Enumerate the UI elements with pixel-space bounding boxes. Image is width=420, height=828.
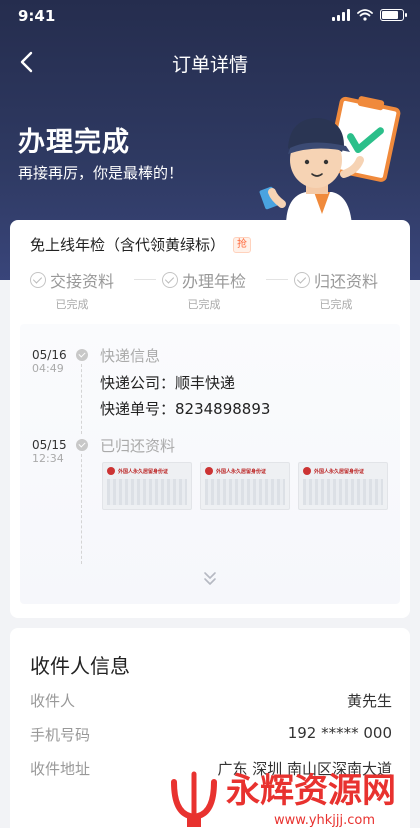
timeline-title: 快递信息: [100, 347, 161, 365]
recipient-name-value: 黄先生: [346, 692, 392, 710]
timeline-date: 05/16: [32, 348, 67, 362]
emblem-icon: [205, 467, 213, 475]
step-status: 已完成: [55, 298, 89, 311]
courier-company: 快递公司：顺丰快递: [100, 374, 236, 392]
tracking-number: 快递单号：8234898893: [100, 400, 271, 418]
watermark-logo: 永辉资源网 www.yhkjjj.com: [171, 771, 396, 828]
status-icons: [332, 9, 407, 21]
signal-icon: [332, 9, 350, 21]
address-label: 收件地址: [30, 760, 91, 778]
recipient-name-label: 收件人: [30, 692, 76, 710]
check-circle-icon: [294, 272, 310, 288]
step-return: 归还资料 已完成: [294, 268, 378, 312]
nav-bar: 订单详情: [0, 40, 420, 84]
status-time: 9:41: [18, 7, 56, 25]
timeline-date: 05/15: [32, 438, 67, 452]
step-connector: [266, 279, 288, 280]
timeline-line: [81, 454, 82, 564]
step-label: 办理年检: [182, 272, 247, 291]
emblem-icon: [107, 467, 115, 475]
order-progress-card: 免上线年检（含代领黄绿标） 抢 交接资料 已完成 办理年检 已完成 归还资料 已…: [10, 220, 410, 618]
emblem-icon: [303, 467, 311, 475]
check-circle-icon: [30, 272, 46, 288]
service-name: 免上线年检（含代领黄绿标）: [30, 236, 226, 254]
document-title: 外国人永久居留身份证: [314, 468, 365, 475]
phone-value: 192 ***** 000: [287, 724, 392, 742]
step-label: 交接资料: [50, 272, 115, 291]
document-thumbnail[interactable]: 外国人永久居留身份证: [102, 462, 192, 510]
step-label: 归还资料: [314, 272, 379, 291]
check-dot-icon: [76, 439, 88, 451]
expand-chevron-icon[interactable]: [202, 570, 218, 588]
step-inspection: 办理年检 已完成: [162, 268, 246, 312]
progress-steps: 交接资料 已完成 办理年检 已完成 归还资料 已完成: [30, 268, 400, 312]
battery-icon: [380, 9, 407, 21]
watermark-url: www.yhkjjj.com: [274, 813, 375, 828]
wifi-icon: [357, 9, 373, 21]
watermark-brand: 永辉资源网: [226, 771, 396, 811]
hero-subtitle: 再接再厉，你是最棒的！: [18, 164, 184, 182]
step-handover: 交接资料 已完成: [30, 268, 114, 312]
timeline-line: [81, 364, 82, 434]
timeline-time: 12:34: [32, 452, 64, 465]
grab-badge: 抢: [233, 236, 252, 253]
mascot-illustration: [259, 96, 401, 226]
step-status: 已完成: [187, 298, 221, 311]
phone-label: 手机号码: [30, 726, 91, 744]
document-thumbnail[interactable]: 外国人永久居留身份证: [200, 462, 290, 510]
service-title: 免上线年检（含代领黄绿标） 抢: [30, 234, 252, 255]
recipient-title: 收件人信息: [30, 654, 130, 678]
step-connector: [134, 279, 156, 280]
step-status: 已完成: [319, 298, 353, 311]
status-bar: 9:41: [0, 0, 420, 34]
page-title: 订单详情: [171, 54, 248, 76]
check-circle-icon: [162, 272, 178, 288]
timeline-time: 04:49: [32, 362, 64, 375]
hero-title: 办理完成: [18, 127, 130, 158]
document-thumbnail[interactable]: 外国人永久居留身份证: [298, 462, 388, 510]
check-dot-icon: [76, 349, 88, 361]
timeline-title: 已归还资料: [100, 437, 176, 455]
document-title: 外国人永久居留身份证: [216, 468, 267, 475]
document-title: 外国人永久居留身份证: [118, 468, 169, 475]
